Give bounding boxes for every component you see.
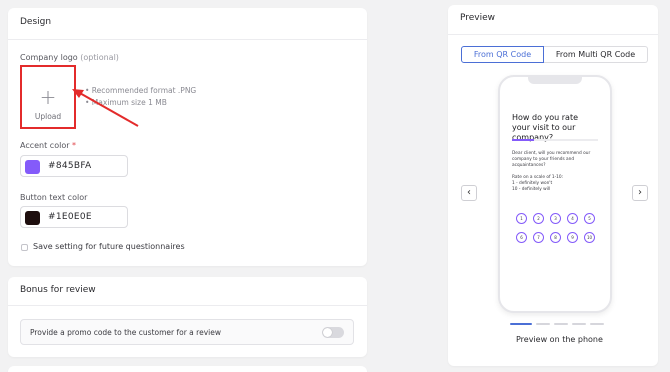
tab-from-multi-qr-code[interactable]: From Multi QR Code [544, 46, 648, 63]
carousel-dots [510, 323, 605, 325]
carousel-dot-active[interactable] [510, 323, 532, 325]
carousel-dot[interactable] [572, 323, 586, 325]
logo-label-text: Company logo [20, 53, 78, 62]
rating-option[interactable]: 1 [516, 213, 527, 224]
scale-line-3: 10 - definitely will [512, 187, 551, 192]
rating-option[interactable]: 6 [516, 232, 527, 243]
promo-label: Provide a promo code to the customer for… [30, 328, 221, 337]
phone-mockup: How do you rate your visit to our compan… [498, 75, 612, 313]
rating-option[interactable]: 9 [567, 232, 578, 243]
plus-icon: + [39, 85, 57, 109]
preview-card: Preview From QR Code From Multi QR Code … [448, 5, 658, 366]
rating-option[interactable]: 2 [533, 213, 544, 224]
accent-label-text: Accent color [20, 141, 70, 150]
preview-caption: Preview on the phone [516, 335, 603, 344]
button-text-swatch[interactable] [25, 211, 40, 225]
accent-swatch[interactable] [25, 160, 40, 174]
design-card: Design Company logo (optional) + Upload … [8, 8, 367, 266]
tab-from-qr-code[interactable]: From QR Code [461, 46, 544, 63]
promo-row: Provide a promo code to the customer for… [20, 319, 354, 345]
carousel-dot[interactable] [590, 323, 604, 325]
rating-option[interactable]: 5 [584, 213, 595, 224]
carousel-dot[interactable] [536, 323, 550, 325]
accent-value: #845BFA [48, 161, 92, 171]
promo-toggle[interactable] [322, 327, 344, 338]
bonus-title: Bonus for review [20, 285, 96, 295]
next-button[interactable]: › [632, 185, 648, 201]
preview-divider [448, 34, 658, 35]
rating-option[interactable]: 7 [533, 232, 544, 243]
upload-label: Upload [34, 112, 62, 121]
rating-option[interactable]: 10 [584, 232, 595, 243]
accent-color-input[interactable]: #845BFA [20, 155, 128, 177]
chevron-right-icon: › [638, 187, 642, 198]
design-title: Design [20, 17, 52, 27]
next-card [8, 366, 367, 372]
accent-label: Accent color * [20, 141, 76, 150]
phone-screen: How do you rate your visit to our compan… [504, 89, 606, 303]
logo-upload-button[interactable]: + Upload [20, 65, 76, 129]
annotation-arrow [72, 89, 139, 127]
bonus-card: Bonus for review Provide a promo code to… [8, 277, 367, 357]
design-divider [8, 39, 367, 40]
question-progress-fill [512, 139, 534, 141]
question-progress [512, 139, 598, 141]
body-line-3: acquaintances? [512, 163, 546, 168]
rating-option[interactable]: 8 [550, 232, 561, 243]
prev-button[interactable]: ‹ [461, 185, 477, 201]
bonus-divider [8, 305, 367, 306]
button-text-color-input[interactable]: #1E0E0E [20, 206, 128, 228]
toggle-knob [323, 328, 332, 337]
logo-label: Company logo (optional) [20, 53, 119, 62]
rating-option[interactable]: 4 [567, 213, 578, 224]
rating-option[interactable]: 3 [550, 213, 561, 224]
preview-title: Preview [460, 13, 496, 23]
chevron-left-icon: ‹ [467, 187, 471, 198]
logo-optional: (optional) [80, 53, 119, 62]
button-text-value: #1E0E0E [48, 212, 92, 222]
save-setting-checkbox[interactable] [21, 244, 28, 251]
required-mark: * [72, 141, 77, 150]
button-text-label: Button text color [20, 193, 88, 202]
carousel-dot[interactable] [554, 323, 568, 325]
save-setting-label: Save setting for future questionnaires [33, 242, 185, 251]
phone-notch [528, 77, 582, 84]
